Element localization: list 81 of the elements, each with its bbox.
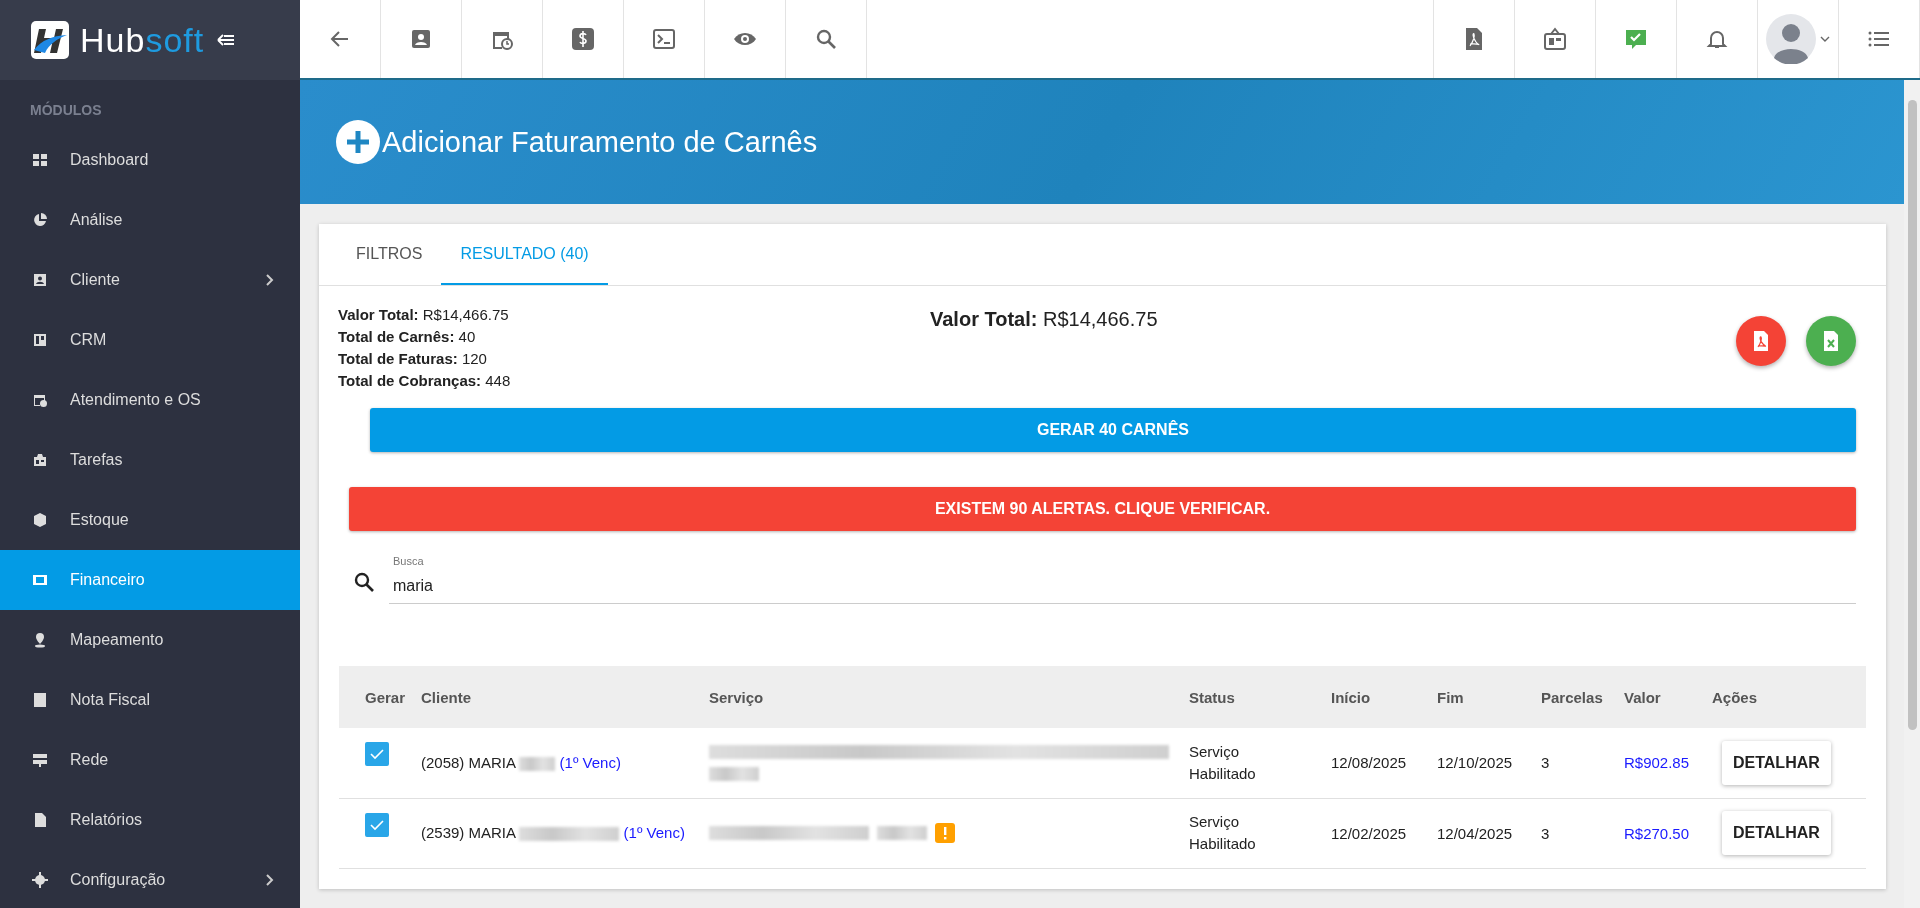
- sidebar-item[interactable]: Cliente: [0, 250, 300, 310]
- details-button[interactable]: DETALHAR: [1722, 811, 1831, 855]
- server-icon: [32, 752, 48, 768]
- client-name: (2539) MARIA: [421, 824, 516, 841]
- column-header: Valor: [1624, 688, 1661, 706]
- checkbox[interactable]: [365, 742, 389, 766]
- summary-line: Total de Carnês: 40: [338, 327, 476, 347]
- board-icon: [32, 332, 48, 348]
- contact-card-icon: [409, 27, 433, 51]
- terminal-icon: [652, 27, 676, 51]
- section-label: MÓDULOS: [29, 100, 102, 120]
- blurred-text: [877, 826, 927, 840]
- due-link[interactable]: (1º Venc): [559, 753, 621, 771]
- due-link[interactable]: (1º Venc): [623, 824, 685, 841]
- column-header: Fim: [1437, 688, 1464, 706]
- checkbox[interactable]: [365, 812, 389, 837]
- sidebar-item[interactable]: Relatórios: [0, 790, 300, 850]
- client-name: (2058) MARIA: [421, 753, 516, 771]
- column-header: Parcelas: [1541, 688, 1603, 706]
- search-field[interactable]: maria: [389, 567, 1856, 604]
- collapse-menu-icon[interactable]: [216, 33, 237, 47]
- start-date: 12/02/2025: [1331, 824, 1407, 842]
- summary-line: Total de Faturas: 120: [338, 349, 487, 369]
- sidebar-item[interactable]: Atendimento e OS: [0, 370, 300, 430]
- sidebar-item[interactable]: CRM: [0, 310, 300, 370]
- sidebar-item[interactable]: Dashboard: [0, 130, 300, 190]
- pie-icon: [32, 212, 48, 228]
- sidebar-item[interactable]: Mapeamento: [0, 610, 300, 670]
- start-date: 12/08/2025: [1331, 754, 1407, 772]
- amount-value: R$270.50: [1624, 824, 1690, 842]
- chat-check-icon: [1624, 27, 1648, 51]
- dollar-icon: [571, 27, 595, 51]
- sidebar-item[interactable]: Rede: [0, 730, 300, 790]
- sidebar-item[interactable]: Configuração: [0, 850, 300, 908]
- avatar-icon: [1766, 14, 1816, 64]
- installments-count: 3: [1541, 754, 1550, 772]
- add-icon: [336, 120, 380, 164]
- grid-icon: [32, 152, 48, 168]
- search-icon: [814, 27, 838, 51]
- sidebar-item[interactable]: Nota Fiscal: [0, 670, 300, 730]
- status-text: Serviço Habilitado: [1189, 812, 1257, 854]
- end-date: 12/04/2025: [1437, 824, 1513, 842]
- blurred-text: [709, 766, 759, 781]
- page-title: Adicionar Faturamento de Carnês: [382, 125, 818, 159]
- logo-text: Hubsoft: [80, 20, 205, 60]
- details-button[interactable]: DETALHAR: [1722, 740, 1831, 785]
- caret-icon: [1820, 36, 1830, 42]
- amount-value: R$902.85: [1624, 754, 1690, 772]
- logo-icon: [30, 20, 70, 60]
- blurred-text: [519, 756, 556, 771]
- pdf-button[interactable]: [1433, 0, 1515, 78]
- box-icon: [32, 512, 48, 528]
- sidebar-item[interactable]: Tarefas: [0, 430, 300, 490]
- column-header: Cliente: [421, 688, 471, 706]
- calendar-icon: [32, 392, 48, 408]
- end-date: 12/10/2025: [1437, 754, 1513, 772]
- tasks-icon: [32, 452, 48, 468]
- doc-icon: [32, 812, 48, 828]
- money-icon: [32, 572, 48, 588]
- field-label: Busca: [393, 555, 425, 567]
- summary-line: Valor Total: R$14,466.75: [338, 305, 509, 325]
- alerts-button[interactable]: EXISTEM 90 ALERTAS. CLIQUE VERIFICAR.: [349, 487, 1856, 531]
- summary-line: Total de Cobranças: 448: [338, 371, 511, 391]
- status-text: Serviço Habilitado: [1189, 741, 1257, 784]
- contact-icon: [32, 272, 48, 288]
- search-icon: [352, 570, 376, 594]
- column-header: Início: [1331, 688, 1371, 706]
- column-header: Serviço: [709, 688, 764, 706]
- board-icon: [1543, 27, 1567, 51]
- scrollbar[interactable]: [1904, 80, 1920, 908]
- pdf-export-button[interactable]: [1736, 316, 1786, 366]
- column-header: Gerar: [364, 688, 405, 706]
- total-value: Valor Total: R$14,466.75: [930, 308, 1158, 331]
- sidebar-item[interactable]: Estoque: [0, 490, 300, 550]
- installments-count: 3: [1541, 824, 1550, 842]
- sidebar-item[interactable]: Análise: [0, 190, 300, 250]
- tab[interactable]: FILTROS: [337, 224, 442, 285]
- column-header: Ações: [1712, 688, 1758, 706]
- excel-export-button[interactable]: [1806, 316, 1856, 366]
- column-header: Status: [1189, 688, 1235, 706]
- pin-icon: [32, 632, 48, 648]
